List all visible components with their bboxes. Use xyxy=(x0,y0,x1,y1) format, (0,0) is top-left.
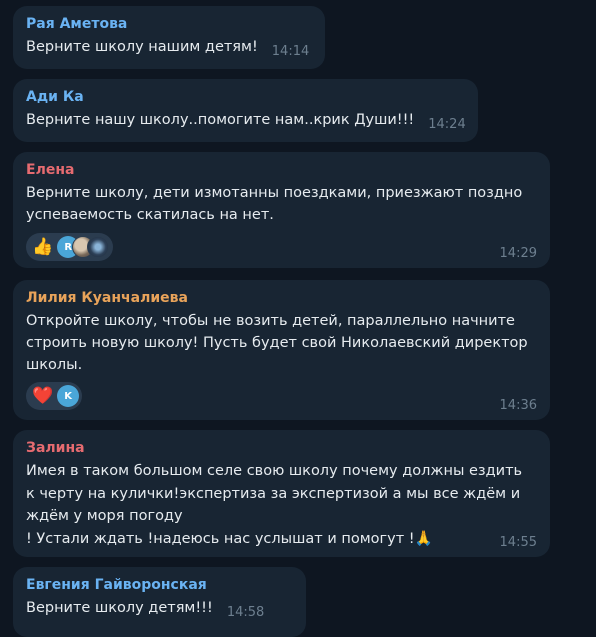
reactor-avatar: K xyxy=(57,385,80,407)
message-text-line: Верните школу, дети измотанны поездками,… xyxy=(26,185,523,201)
message-time: 14:14 xyxy=(271,44,310,59)
thumbs-up-icon: 👍 xyxy=(32,236,54,257)
message-text-line: Откройте школу, чтобы не возить детей, п… xyxy=(26,313,515,329)
message-text: Верните школу детям!!! 14:58 xyxy=(26,600,265,620)
message-text-line: ждём у моря погоду xyxy=(26,508,183,524)
message-time: 14:55 xyxy=(499,535,537,550)
author-name[interactable]: Елена xyxy=(26,160,538,180)
message-bubble[interactable]: Лилия Куанчалиева Откройте школу, чтобы … xyxy=(13,280,550,420)
author-name[interactable]: Евгения Гайворонская xyxy=(26,575,294,595)
message-text-line: школы. xyxy=(26,357,83,373)
reactions: 👍 R xyxy=(26,233,114,261)
message-text-line: ! Устали ждать !надеюсь нас услышат и по… xyxy=(26,530,433,547)
message-time: 14:58 xyxy=(226,605,265,620)
author-name[interactable]: Лилия Куанчалиева xyxy=(26,288,538,308)
message-bubble[interactable]: Ади Ка Верните нашу школу..помогите нам.… xyxy=(13,79,478,142)
message-text: Верните школу нашим детям! 14:14 xyxy=(26,39,310,59)
reactor-avatar-photo xyxy=(87,236,110,258)
message-text: Верните школу, дети измотанны поездками,… xyxy=(26,182,538,226)
heart-icon: ❤️ xyxy=(32,385,54,406)
message-bubble[interactable]: Елена Верните школу, дети измотанны поез… xyxy=(13,152,550,268)
message-time: 14:36 xyxy=(499,398,537,413)
message-bubble[interactable]: Рая Аметова Верните школу нашим детям! 14… xyxy=(13,6,325,69)
message-text: Верните нашу школу..помогите нам..крик Д… xyxy=(26,112,466,132)
message-bubble[interactable]: Залина Имея в таком большом селе свою шк… xyxy=(13,430,550,557)
message-text-line: строить новую школу! Пусть будет свой Ни… xyxy=(26,335,528,351)
author-name[interactable]: Рая Аметова xyxy=(26,14,313,34)
reaction-pill[interactable]: 👍 R xyxy=(26,233,114,261)
message-text-line: успеваемость скатилась на нет. xyxy=(26,207,274,223)
message-bubble[interactable]: Евгения Гайворонская Верните школу детям… xyxy=(13,567,306,637)
message-time: 14:24 xyxy=(428,117,466,132)
reaction-pill[interactable]: ❤️ K xyxy=(26,382,83,410)
message-time: 14:29 xyxy=(499,246,537,261)
author-name[interactable]: Залина xyxy=(26,438,538,458)
author-name[interactable]: Ади Ка xyxy=(26,87,466,107)
message-text: Откройте школу, чтобы не возить детей, п… xyxy=(26,310,538,376)
reactions: ❤️ K xyxy=(26,382,83,410)
message-text: Имея в таком большом селе свою школу поч… xyxy=(26,460,538,550)
message-text-line: к черту на кулички!экспертиза за эксперт… xyxy=(26,485,521,502)
message-text-line: Имея в таком большом селе свою школу поч… xyxy=(26,463,523,479)
